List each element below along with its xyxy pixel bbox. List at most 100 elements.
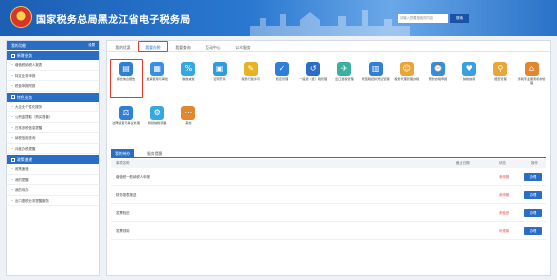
sidebar-item-label: 政策速递 [15, 167, 29, 171]
tax-reduction-icon: % [181, 62, 196, 76]
tab-public-service[interactable]: 公众服务 [229, 43, 257, 52]
section-title: 特色业务 [17, 94, 33, 100]
sidebar-item-label: 纳税信用查询 [15, 136, 36, 140]
sidebar-item-label: 税费申报附报 [15, 84, 36, 88]
app-label: 其他 [185, 121, 192, 125]
row-status: 可领用 [499, 229, 510, 233]
main-tabs: 我的优惠 我要办税 我要查询 互动中心 公众服务 [107, 41, 550, 52]
sidebar-item[interactable]: • 日常涉税信息提醒 [7, 123, 99, 133]
search-button[interactable]: 搜索 [450, 14, 469, 23]
section-icon [11, 157, 15, 162]
sidebar-item[interactable]: • 公积金提取（购买首套） [7, 112, 99, 123]
subtab-reminders[interactable]: 服务提醒 [143, 149, 166, 158]
vat-voucher-icon: ▥ [368, 62, 383, 76]
table-row: 增值税一般纳税人申报 未申报 办理 [111, 168, 546, 186]
app-label: 法律追责与争议处理 [112, 121, 140, 125]
sidebar-item[interactable]: • 出口退税业务提醒服务 [7, 196, 99, 206]
app-tile[interactable]: % 税收减免 [173, 61, 203, 91]
app-tile[interactable]: ↺ 一般退（抵）税管理 [298, 61, 328, 91]
section-title: 新增业务 [17, 53, 33, 58]
sidebar-item[interactable]: • 我的待办 [7, 185, 99, 196]
sidebar-item[interactable]: • 政策速递 [7, 164, 99, 175]
search-input[interactable]: 请输入您要搜索的内容 [398, 14, 448, 23]
app-tile[interactable]: ✎ 税务行政许可 [236, 61, 266, 91]
bullet-icon: • [11, 63, 13, 67]
table-row: 发票领用 可领用 办理 [111, 222, 546, 240]
app-label: 预约办税申报 [428, 77, 448, 81]
sidebar-item-label: 我的提醒 [15, 177, 29, 182]
sidebar-section-header[interactable]: 特色业务 [7, 92, 99, 102]
certificate-icon: ▣ [212, 62, 227, 76]
app-tile[interactable]: ⋯ 其他 [173, 105, 203, 135]
sidebar-item[interactable]: • 特定业务申报 [7, 71, 99, 81]
sidebar-item-label: 出口退税业务提醒服务 [15, 198, 49, 203]
sidebar-item[interactable]: • 大企业个性化服务 [7, 102, 99, 112]
table-header: 事项名称 截止日期 状态 操作 [111, 159, 546, 168]
app-tile[interactable]: ⚙ 特别纳税调整 [142, 105, 172, 135]
app-tile[interactable]: ⌚ 预约办税申报 [423, 61, 453, 91]
handle-button[interactable]: 办理 [524, 209, 542, 217]
app-label: 税务代理管理办税 [394, 77, 420, 81]
handle-button[interactable]: 办理 [524, 191, 542, 199]
bullet-icon: • [11, 125, 13, 130]
app-tile[interactable]: ⌂ 涉税专业服务机构管理 [517, 61, 547, 91]
app-tile[interactable]: ▦ 发票使用与审批 [142, 61, 172, 91]
subtabs: 我的待办 服务提醒 [111, 148, 546, 158]
col-name-header: 事项名称 [116, 161, 130, 165]
sidebar-section-header[interactable]: 新增业务 [7, 51, 99, 60]
service-agency-icon: ⌂ [524, 62, 539, 76]
site-title: 国家税务总局黑龙江省电子税务局 [36, 15, 191, 26]
approval-icon: ✓ [275, 62, 289, 76]
bullet-icon: • [11, 198, 13, 203]
bullet-icon: • [11, 167, 13, 171]
app-label: 税务行政许可 [241, 77, 261, 81]
sidebar-item[interactable]: • 增值税纳税人报表 [7, 60, 99, 71]
sidebar-item[interactable]: • 税费申报附报 [7, 81, 99, 92]
app-tile[interactable]: ✈ 出口退税管理 [329, 61, 359, 91]
sidebar-item-label: 日常涉税信息提醒 [15, 125, 43, 130]
bullet-icon: • [11, 188, 13, 192]
app-tile[interactable]: ⚖ 法律追责与争议处理 [111, 105, 141, 135]
inspection-icon: ⚲ [493, 62, 508, 76]
bullet-icon: • [11, 84, 13, 88]
tab-query[interactable]: 我要查询 [169, 43, 197, 52]
app-label: 税收减免 [182, 77, 195, 81]
sidebar-item[interactable]: • 月度办税提醒 [7, 144, 99, 154]
app-label: 稽查管理 [494, 77, 507, 81]
invoice-icon: ▦ [150, 62, 165, 76]
handle-button[interactable]: 办理 [524, 227, 542, 235]
sidebar-item[interactable]: • 纳税信用查询 [7, 133, 99, 144]
permit-icon: ✎ [243, 62, 258, 76]
sidebar-section-header[interactable]: 政策速递 [7, 155, 99, 164]
tab-interaction[interactable]: 互动中心 [199, 43, 227, 52]
sidebar-item-label: 我的待办 [15, 188, 29, 192]
sidebar-item-label: 月度办税提醒 [15, 146, 36, 151]
other-icon: ⋯ [181, 106, 196, 120]
tab-my-offers[interactable]: 我的优惠 [109, 43, 137, 52]
handle-button[interactable]: 办理 [524, 173, 542, 181]
app-tile[interactable]: ♥ 纳税信用 [454, 61, 484, 91]
subtab-todo[interactable]: 我的待办 [111, 149, 135, 158]
my-functions-label: 我的功能 [11, 43, 27, 48]
export-refund-icon: ✈ [337, 62, 352, 76]
app-tile[interactable]: ✓ 核定管理 [267, 61, 297, 91]
app-tile[interactable]: ⚲ 稽查管理 [485, 61, 515, 91]
section-title: 政策速递 [17, 157, 33, 162]
app-tile[interactable]: ▥ 增值税抵扣凭证管理 [361, 61, 391, 91]
app-tile[interactable]: ▣ 证明开具 [205, 61, 235, 91]
row-status: 未验旧 [499, 211, 510, 215]
app-label: 发票使用与审批 [146, 77, 169, 81]
col-op-header: 操作 [531, 161, 538, 165]
sidebar-item[interactable]: • 我的提醒 [7, 175, 99, 185]
appointment-icon: ⌚ [431, 62, 445, 76]
table-row: 发票验旧 未验旧 办理 [111, 204, 546, 222]
app-highlight-box [110, 59, 143, 98]
settings-link[interactable]: 设置 [88, 41, 95, 50]
app-label: 特别纳税调整 [147, 121, 167, 125]
app-tile[interactable]: ☺ 税务代理管理办税 [392, 61, 422, 91]
special-adjust-icon: ⚙ [150, 106, 165, 120]
section-icon [11, 53, 15, 58]
bullet-icon: • [11, 73, 13, 78]
bullet-icon: • [11, 115, 13, 119]
app-label: 一般退（抵）税管理 [299, 77, 328, 81]
